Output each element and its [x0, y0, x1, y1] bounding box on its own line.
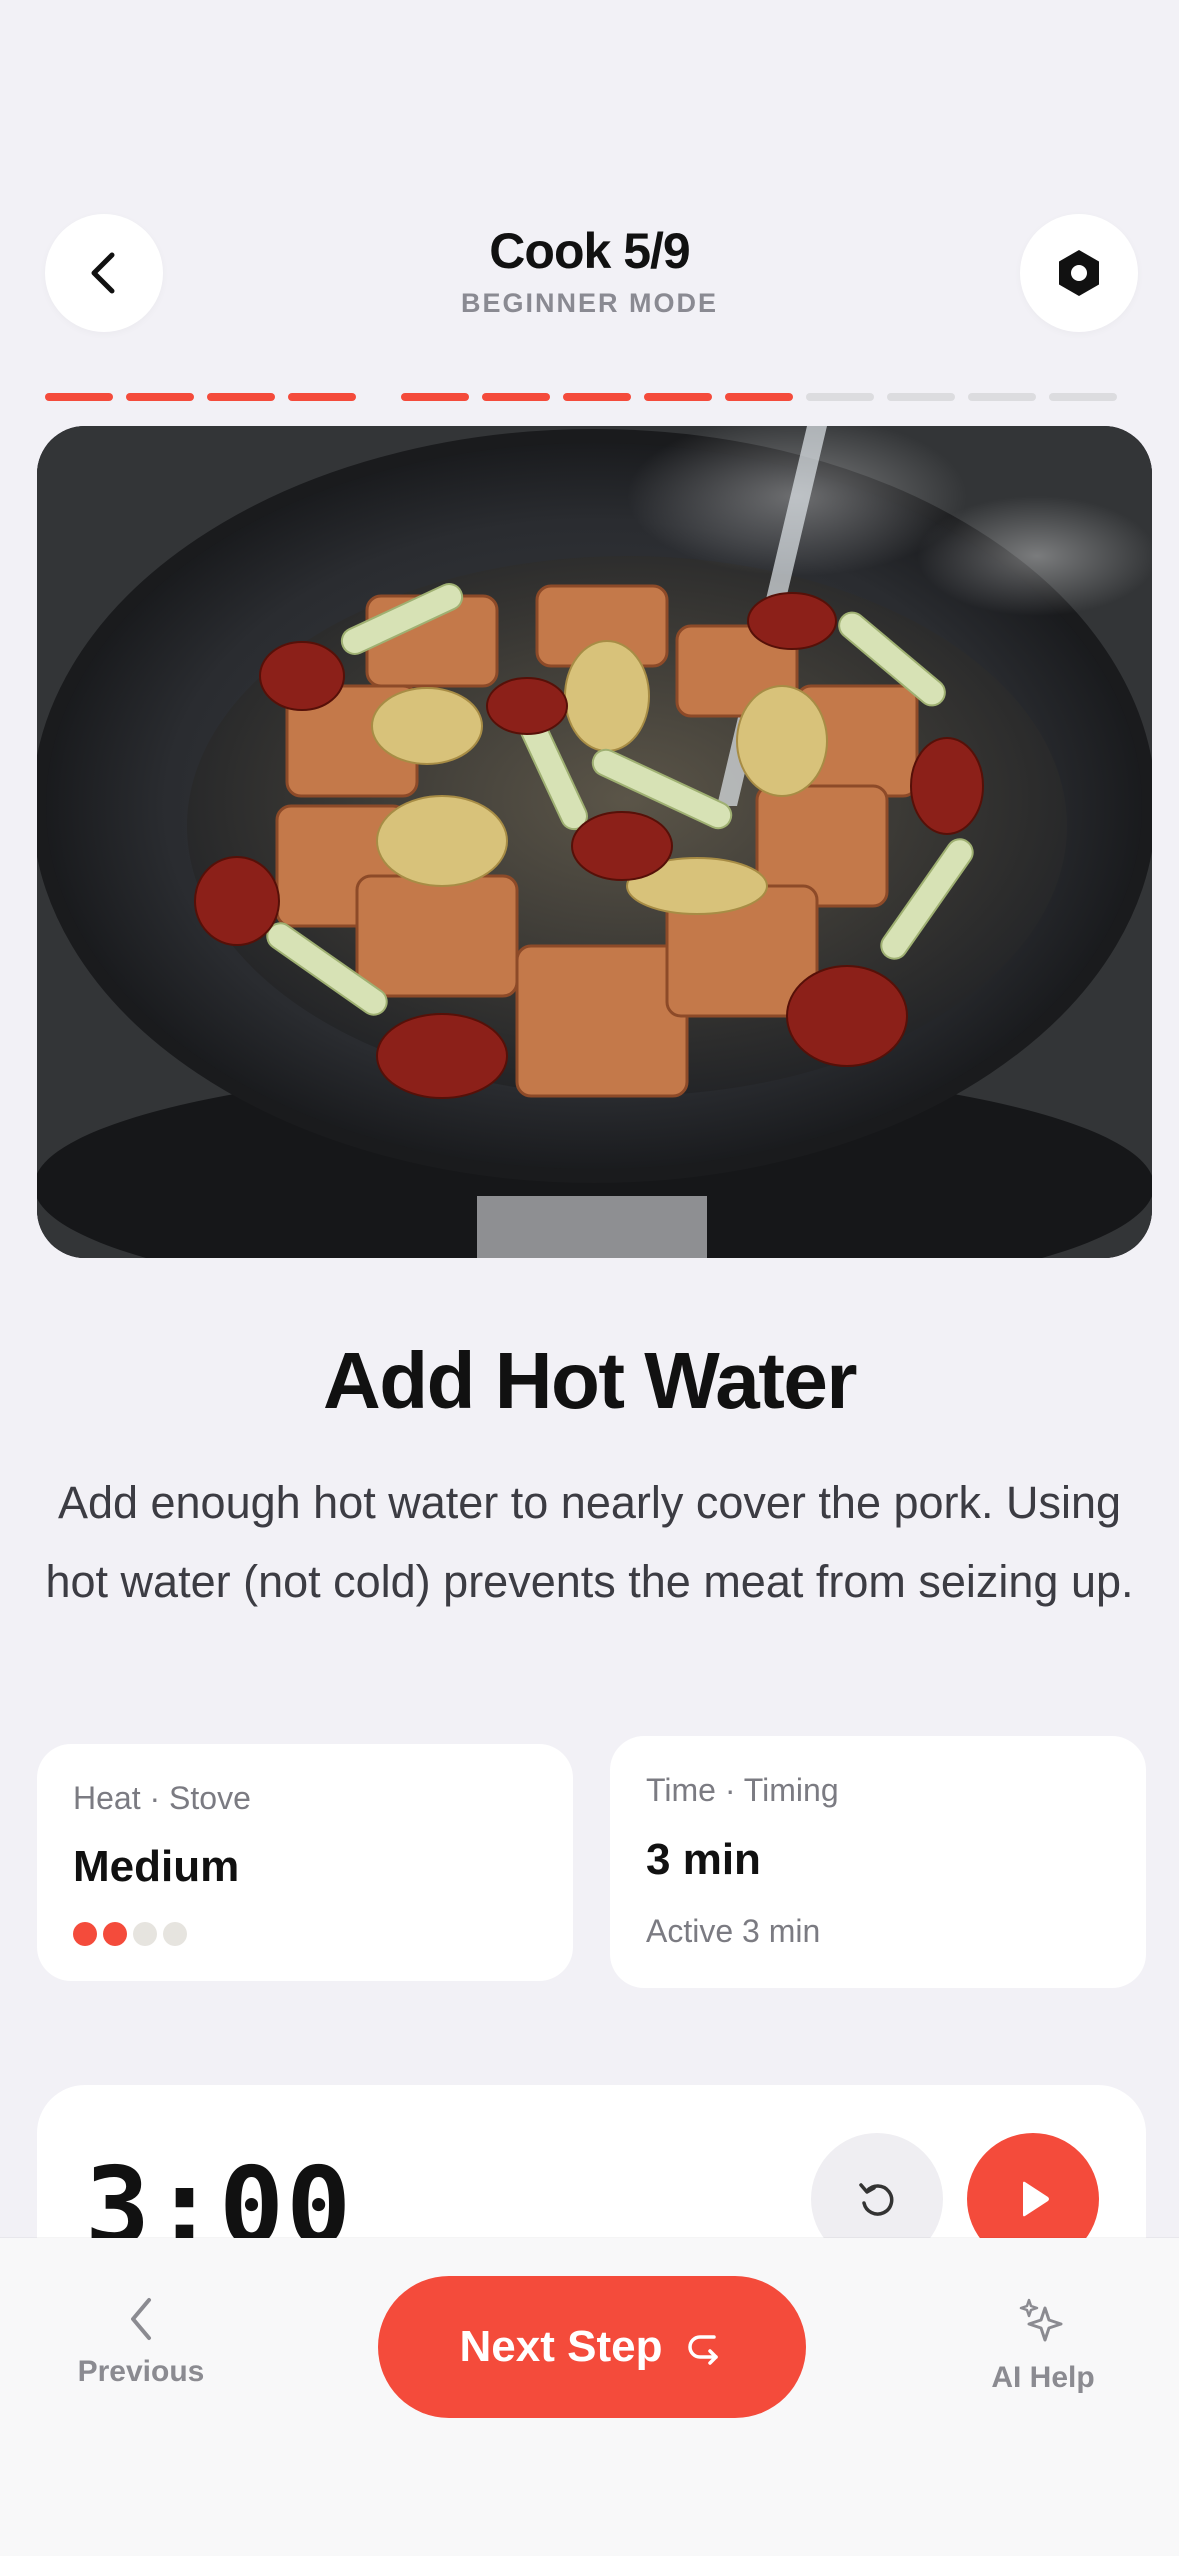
heat-level-indicator: [73, 1922, 187, 1946]
page-title: Cook 5/9: [489, 223, 690, 279]
progress-segment: [725, 393, 793, 401]
return-arrow-icon: [688, 2335, 719, 2365]
progress-segment: [207, 393, 275, 401]
heat-value: Medium: [73, 1842, 240, 1891]
progress-segment: [644, 393, 712, 401]
heat-level-dot: [103, 1922, 127, 1946]
heat-level-dot: [163, 1922, 187, 1946]
time-card: Time · Timing 3 min Active 3 min: [610, 1736, 1146, 1988]
previous-button[interactable]: Previous: [41, 2294, 241, 2389]
ai-help-button[interactable]: AI Help: [943, 2294, 1143, 2395]
mode-label: BEGINNER MODE: [460, 288, 719, 318]
step-description: Add enough hot water to nearly cover the…: [45, 1477, 1134, 1607]
sparkles-icon: [1019, 2298, 1063, 2342]
bottom-navigation: Previous Next Step AI Help: [0, 2238, 1179, 2556]
heat-card: Heat · Stove Medium: [37, 1744, 573, 1981]
chevron-left-icon: [131, 2298, 151, 2340]
heat-level-dot: [133, 1922, 157, 1946]
ai-help-label: AI Help: [991, 2361, 1095, 2394]
time-value: 3 min: [646, 1835, 761, 1884]
header-title-group: Cook 5/9 BEGINNER MODE: [300, 222, 879, 319]
settings-button[interactable]: [1020, 214, 1138, 332]
progress-segment: [1049, 393, 1117, 401]
progress-segment: [482, 393, 550, 401]
back-button[interactable]: [45, 214, 163, 332]
next-step-label: Next Step: [459, 2322, 663, 2371]
progress-segment: [126, 393, 194, 401]
hexagon-gear-icon: [1059, 250, 1099, 296]
progress-segment: [968, 393, 1036, 401]
step-photo: [37, 426, 1152, 1258]
progress-segment: [288, 393, 356, 401]
step-progress-bar: [45, 393, 1139, 401]
next-step-button[interactable]: Next Step: [378, 2276, 806, 2418]
progress-segment: [401, 393, 469, 401]
chevron-left-icon: [91, 252, 115, 294]
time-label: Time · Timing: [646, 1772, 839, 1808]
progress-segment: [45, 393, 113, 401]
play-icon: [1023, 2181, 1049, 2217]
progress-segment: [563, 393, 631, 401]
progress-segment: [806, 393, 874, 401]
progress-segment: [887, 393, 955, 401]
heat-level-dot: [73, 1922, 97, 1946]
active-time: Active 3 min: [646, 1913, 821, 1949]
previous-label: Previous: [77, 2355, 205, 2388]
reset-icon: [859, 2183, 894, 2216]
heat-label: Heat · Stove: [73, 1780, 251, 1816]
step-title: Add Hot Water: [322, 1336, 858, 1425]
